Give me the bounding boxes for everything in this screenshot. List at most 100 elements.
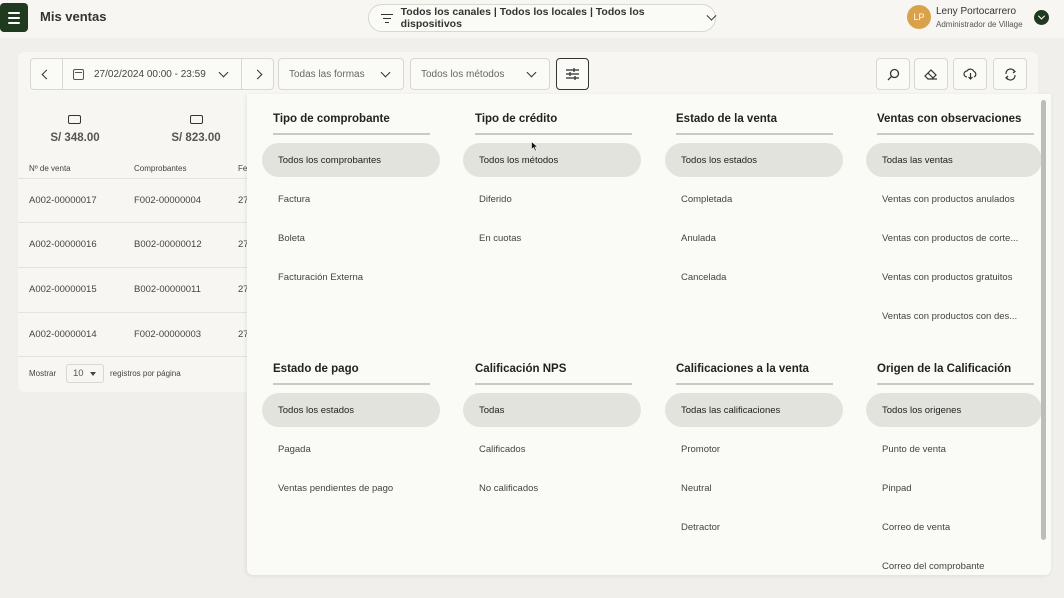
filter-option-estado-pago[interactable]: Todos los estados (262, 393, 440, 427)
payment-form-label: Todas las formas (289, 68, 365, 80)
sale-number-link[interactable]: A002-00000017 (29, 195, 97, 206)
receipt-cell: B002-00000012 (134, 239, 202, 250)
filter-option-nps[interactable]: Calificados (463, 432, 641, 466)
filter-option-calificaciones[interactable]: Promotor (665, 432, 843, 466)
filter-title-estado-pago: Estado de pago (273, 363, 359, 375)
user-role: Administrador de Village (936, 20, 1023, 29)
filter-option-nps[interactable]: Todas (463, 393, 641, 427)
receipt-cell: F002-00000004 (134, 195, 202, 206)
filter-option-observaciones[interactable]: Todas las ventas (866, 143, 1042, 177)
divider (18, 222, 248, 223)
divider (273, 133, 430, 135)
filter-lines-icon (381, 13, 393, 23)
filter-option-estado-venta[interactable]: Todos los estados (665, 143, 843, 177)
user-menu-chevron-icon[interactable] (1034, 10, 1049, 25)
receipt-cell: B002-00000011 (134, 284, 201, 295)
filter-title-nps: Calificación NPS (475, 363, 567, 375)
chevron-left-icon (41, 69, 52, 79)
filter-option-estado-venta[interactable]: Completada (665, 182, 843, 216)
chevron-right-icon (252, 69, 263, 79)
filter-option-origen[interactable]: Correo del comprobante (866, 549, 1042, 575)
page-size-value: 10 (73, 368, 84, 379)
filter-option-calificaciones[interactable]: Todas las calificaciones (665, 393, 843, 427)
cash-total: S/ 348.00 (50, 132, 100, 144)
sliders-icon (566, 68, 579, 80)
filter-option-origen[interactable]: Todos los origenes (866, 393, 1042, 427)
filter-option-estado-venta[interactable]: Anulada (665, 221, 843, 255)
refresh-icon (1004, 67, 1016, 81)
avatar[interactable]: LP (907, 5, 931, 29)
divider (273, 383, 430, 385)
divider (18, 178, 248, 179)
previous-date-button[interactable] (30, 58, 63, 90)
page-size-select[interactable]: 10 (66, 364, 104, 383)
filter-option-observaciones[interactable]: Ventas con productos de corte... (866, 221, 1042, 255)
filter-option-observaciones[interactable]: Ventas con productos anulados (866, 182, 1042, 216)
filter-title-calificaciones: Calificaciones a la venta (676, 363, 809, 375)
filter-title-tipo-comprobante: Tipo de comprobante (273, 113, 390, 125)
sale-number-link[interactable]: A002-00000015 (29, 284, 97, 295)
column-header-date[interactable]: Fe (238, 164, 247, 173)
divider (18, 356, 248, 357)
receipt-cell: F002-00000003 (134, 329, 202, 340)
filter-title-origen: Origen de la Calificación (877, 363, 1012, 375)
column-header-sale[interactable]: Nº de venta (29, 164, 71, 173)
payment-method-select[interactable]: Todos los métodos (410, 58, 550, 90)
filter-option-estado-venta[interactable]: Cancelada (665, 260, 843, 294)
cloud-download-icon (962, 68, 976, 80)
column-header-receipt[interactable]: Comprobantes (134, 164, 186, 173)
chevron-down-icon (526, 67, 537, 78)
divider (877, 133, 1034, 135)
divider (676, 383, 833, 385)
divider (676, 133, 833, 135)
filters-scrollbar[interactable] (1039, 98, 1048, 576)
hamburger-menu-icon[interactable] (0, 3, 28, 32)
filter-option-estado-pago[interactable]: Ventas pendientes de pago (262, 471, 440, 505)
sale-number-link[interactable]: A002-00000016 (29, 239, 97, 250)
filter-option-tipo-comprobante[interactable]: Factura (262, 182, 440, 216)
channel-filter-button[interactable]: Todos los canales | Todos los locales | … (368, 4, 717, 32)
sale-number-link[interactable]: A002-00000014 (29, 329, 97, 340)
divider (18, 267, 248, 268)
filter-option-nps[interactable]: No calificados (463, 471, 641, 505)
scrollbar-thumb[interactable] (1041, 100, 1046, 540)
filter-option-tipo-credito[interactable]: Todos los métodos (463, 143, 641, 177)
top-bar: Mis ventas Todos los canales | Todos los… (0, 0, 1064, 38)
filter-option-observaciones[interactable]: Ventas con productos con des... (866, 299, 1042, 333)
filter-option-tipo-credito[interactable]: Diferido (463, 182, 641, 216)
filter-option-estado-pago[interactable]: Pagada (262, 432, 440, 466)
date-range-picker[interactable]: 27/02/2024 00:00 - 23:59 (62, 58, 242, 90)
filter-title-observaciones: Ventas con observaciones (877, 113, 1022, 125)
chevron-down-icon (380, 67, 391, 78)
filter-option-tipo-credito[interactable]: En cuotas (463, 221, 641, 255)
filter-title-tipo-credito: Tipo de crédito (475, 113, 558, 125)
filter-option-tipo-comprobante[interactable]: Todos los comprobantes (262, 143, 440, 177)
filter-option-origen[interactable]: Correo de venta (866, 510, 1042, 544)
filter-option-tipo-comprobante[interactable]: Facturación Externa (262, 260, 440, 294)
filter-option-calificaciones[interactable]: Neutral (665, 471, 843, 505)
advanced-filters-panel: Tipo de comprobante Todos los comprobant… (247, 94, 1051, 575)
refresh-button[interactable] (993, 58, 1027, 90)
filter-option-calificaciones[interactable]: Detractor (665, 510, 843, 544)
filter-option-observaciones[interactable]: Ventas con productos gratuitos (866, 260, 1042, 294)
next-date-button[interactable] (241, 58, 274, 90)
eraser-icon (924, 69, 937, 80)
divider (18, 312, 248, 313)
filter-option-origen[interactable]: Punto de venta (866, 432, 1042, 466)
payment-method-label: Todos los métodos (421, 68, 505, 80)
clear-filters-button[interactable] (914, 58, 948, 90)
show-label: Mostrar (29, 369, 57, 378)
mouse-cursor-icon (531, 141, 539, 152)
filter-option-origen[interactable]: Pinpad (866, 471, 1042, 505)
payment-form-select[interactable]: Todas las formas (278, 58, 404, 90)
caret-down-icon (90, 372, 96, 376)
cloud-download-button[interactable] (953, 58, 987, 90)
date-range-label: 27/02/2024 00:00 - 23:59 (94, 68, 206, 80)
filter-option-tipo-comprobante[interactable]: Boleta (262, 221, 440, 255)
advanced-filters-button[interactable] (556, 58, 589, 90)
per-page-label: registros por página (110, 369, 181, 378)
user-name: Leny Portocarrero (936, 6, 1017, 17)
channel-filter-label: Todos los canales | Todos los locales | … (400, 6, 645, 30)
search-button[interactable] (876, 58, 910, 90)
divider (475, 383, 632, 385)
